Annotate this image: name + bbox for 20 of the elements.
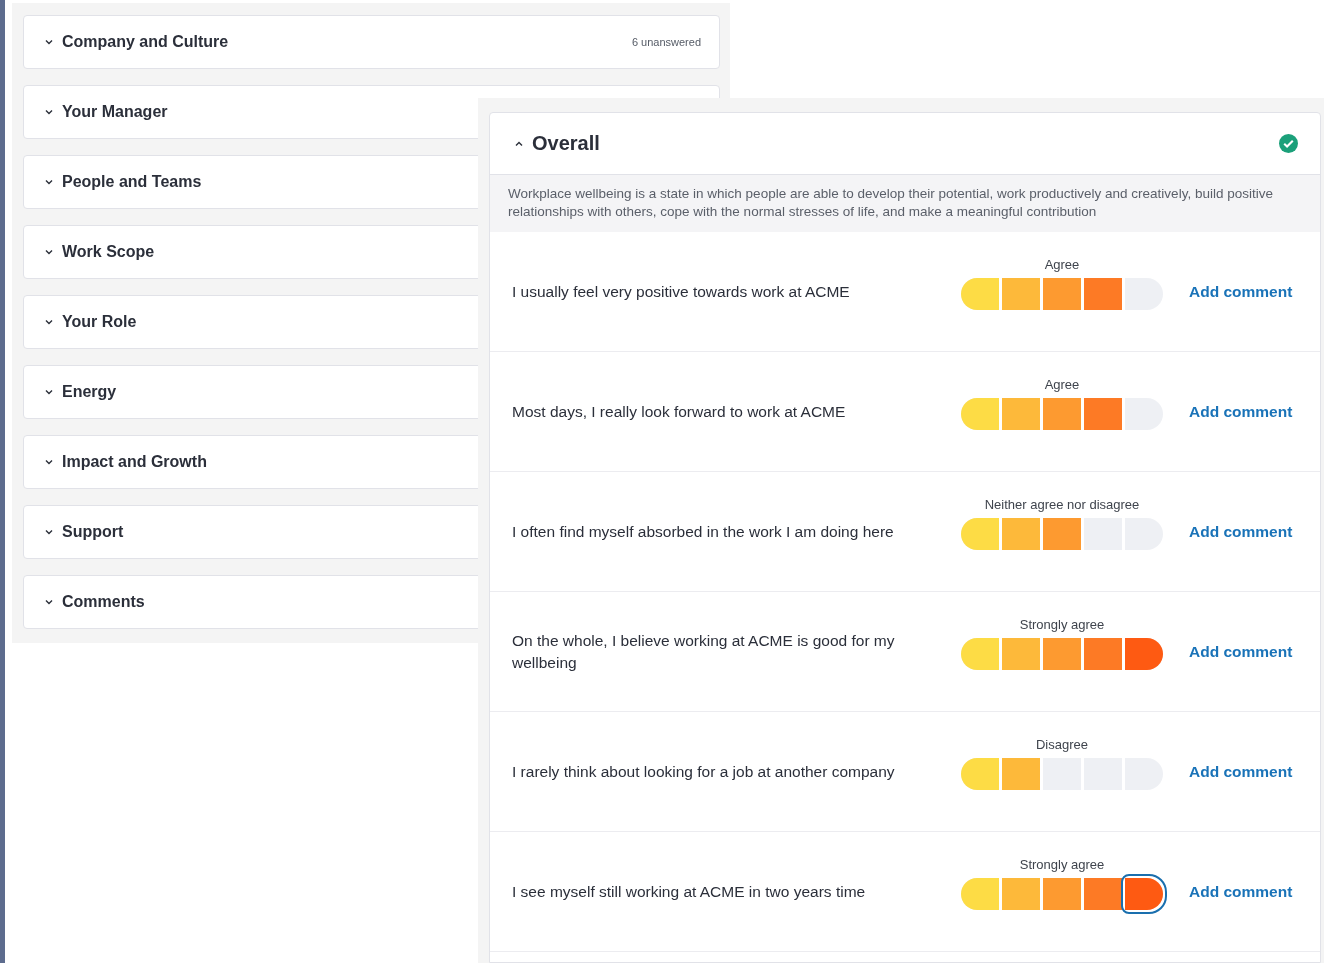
question-text: I rarely think about looking for a job at another company	[512, 761, 896, 782]
section-title: Your Role	[62, 313, 137, 331]
section-title: Company and Culture	[62, 33, 229, 51]
answer-label: Strongly agree	[1019, 617, 1105, 632]
section-title: Your Manager	[62, 103, 168, 121]
answer-label: Agree	[1044, 257, 1080, 272]
answer-label: Agree	[1044, 377, 1080, 392]
section-title: Energy	[62, 383, 117, 401]
section-title: People and Teams	[62, 173, 202, 191]
unanswered-count: 6 unanswered	[631, 36, 701, 48]
answer-label: Strongly agree	[1019, 857, 1105, 872]
section-title: Comments	[62, 593, 145, 611]
section-title: Impact and Growth	[62, 453, 207, 471]
question-text: On the whole, I believe working at ACME is good for my wellbeing	[512, 630, 896, 673]
question-text: I see myself still working at ACME in two years time	[512, 881, 867, 902]
section-title: Work Scope	[62, 243, 155, 261]
answer-label: Neither agree nor disagree	[984, 497, 1140, 512]
section-title: Support	[62, 523, 124, 541]
answer-label: Disagree	[1036, 737, 1088, 752]
section-description: Workplace wellbeing is a state in which people are able to develop their potential, work productively and creatively, build positive relationships with others, cope with the normal stresses of life, and make a meaningful contribution	[490, 175, 1320, 232]
